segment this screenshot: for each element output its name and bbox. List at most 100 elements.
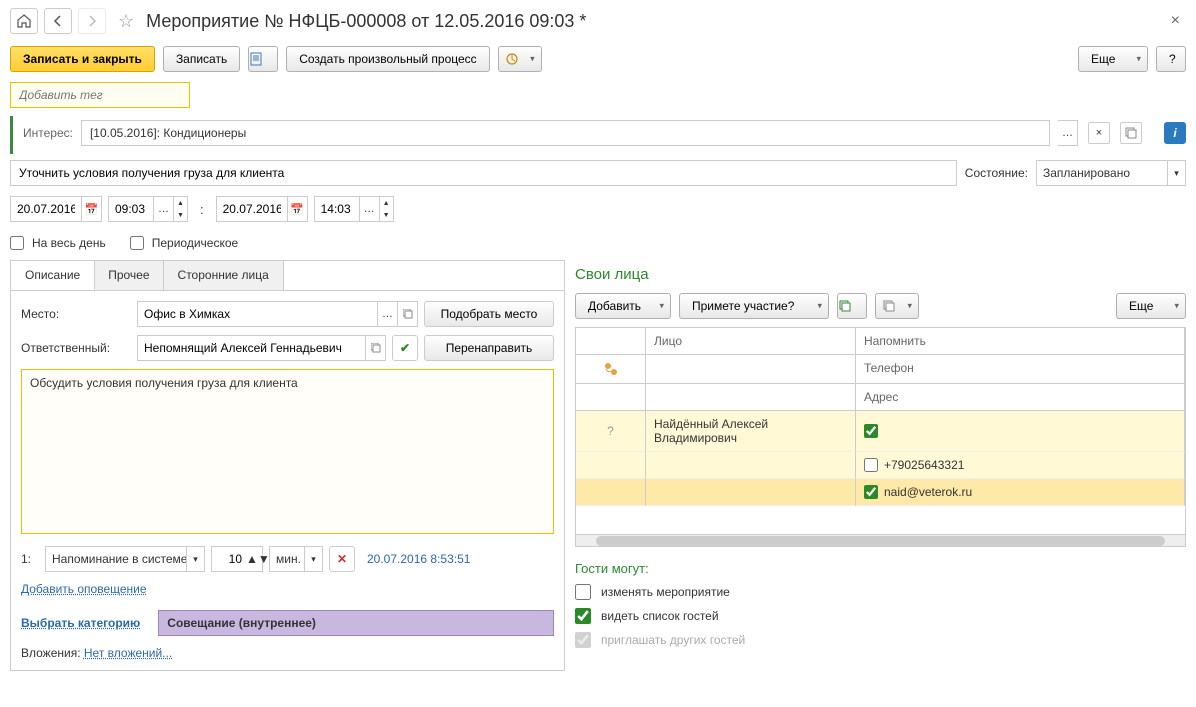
row-email-cell[interactable]: naid@veterok.ru: [856, 479, 1185, 506]
col-person[interactable]: Лицо: [646, 328, 856, 355]
col-address[interactable]: Адрес: [856, 384, 1185, 411]
interest-field[interactable]: [10.05.2016]: Кондиционеры: [81, 120, 1050, 146]
date-from-field[interactable]: 📅: [10, 196, 102, 222]
row-email-checkbox[interactable]: [864, 485, 878, 499]
time-from-input[interactable]: [109, 197, 153, 221]
tab-other[interactable]: Прочее: [93, 260, 164, 290]
guest-option-invite: приглашать других гостей: [575, 632, 1186, 648]
description-textarea[interactable]: Обсудить условия получения груза для кли…: [21, 369, 554, 534]
interest-value: [10.05.2016]: Кондиционеры: [90, 126, 246, 140]
table-row[interactable]: naid@veterok.ru: [576, 479, 1185, 506]
row-header-icon: [576, 355, 646, 384]
save-button[interactable]: Записать: [163, 46, 240, 72]
toolbar-icon-1[interactable]: [837, 293, 867, 319]
pick-category-link[interactable]: Выбрать категорию: [21, 616, 140, 630]
tab-description[interactable]: Описание: [10, 260, 95, 290]
col-icon-empty: [576, 384, 646, 411]
guest-edit-checkbox[interactable]: [575, 584, 591, 600]
add-person-button[interactable]: Добавить: [575, 293, 671, 319]
state-value: Запланировано: [1043, 166, 1130, 180]
no-attachments-link[interactable]: Нет вложений...: [84, 646, 172, 660]
tag-input[interactable]: [10, 82, 190, 108]
process-dropdown-button[interactable]: [498, 46, 542, 72]
time-from-field[interactable]: … ▲▼: [108, 196, 188, 222]
place-field[interactable]: …: [137, 301, 418, 327]
row-remind-checkbox[interactable]: [864, 424, 878, 438]
help-button[interactable]: ?: [1156, 46, 1186, 72]
responsible-input[interactable]: [138, 336, 365, 360]
time-to-field[interactable]: … ▲▼: [314, 196, 394, 222]
chevron-down-icon: ▾: [304, 547, 322, 571]
row-phone-checkbox[interactable]: [864, 458, 878, 472]
save-close-button[interactable]: Записать и закрыть: [10, 46, 155, 72]
reminder-unit-select[interactable]: мин. ▾: [269, 546, 323, 572]
table-scrollbar[interactable]: [576, 534, 1185, 546]
date-to-field[interactable]: 📅: [216, 196, 308, 222]
close-button[interactable]: ×: [1165, 12, 1186, 30]
col-phone[interactable]: Телефон: [856, 355, 1185, 384]
redirect-button[interactable]: Перенаправить: [424, 335, 554, 361]
reminder-delete-button[interactable]: ✕: [329, 546, 355, 572]
chevron-down-icon: ▾: [1167, 161, 1185, 185]
ellipsis-icon[interactable]: …: [359, 197, 379, 221]
interest-clear[interactable]: ×: [1088, 122, 1110, 144]
calendar-icon[interactable]: 📅: [287, 197, 307, 221]
favorite-icon[interactable]: ☆: [118, 11, 134, 32]
allday-checkbox-label[interactable]: На весь день: [10, 236, 106, 250]
responsible-field[interactable]: [137, 335, 386, 361]
responsible-check[interactable]: ✔: [392, 335, 418, 361]
row-email: naid@veterok.ru: [884, 485, 972, 499]
guest-view-checkbox[interactable]: [575, 608, 591, 624]
home-button[interactable]: [10, 8, 38, 34]
table-row[interactable]: ? Найдённый Алексей Владимирович: [576, 411, 1185, 452]
place-open-icon[interactable]: [397, 302, 417, 326]
interest-open[interactable]: [1120, 122, 1142, 144]
right-more-button[interactable]: Еще: [1116, 293, 1186, 319]
row-phone-cell[interactable]: +79025643321: [856, 452, 1185, 479]
row-question-icon: ?: [576, 411, 646, 452]
place-label: Место:: [21, 307, 131, 321]
reminder-index: 1:: [21, 552, 39, 566]
place-input[interactable]: [138, 302, 377, 326]
participate-button[interactable]: Примете участие?: [679, 293, 829, 319]
back-button[interactable]: [44, 8, 72, 34]
periodic-checkbox-label[interactable]: Периодическое: [130, 236, 238, 250]
guest-option-edit[interactable]: изменять мероприятие: [575, 584, 1186, 600]
ellipsis-icon[interactable]: …: [153, 197, 173, 221]
doc-icon-button[interactable]: [248, 46, 278, 72]
tab-third-parties[interactable]: Сторонние лица: [163, 260, 284, 290]
time-to-input[interactable]: [315, 197, 359, 221]
time-to-spinner[interactable]: ▲▼: [379, 197, 393, 221]
responsible-open-icon[interactable]: [365, 336, 385, 360]
add-alert-link[interactable]: Добавить оповещение: [21, 582, 147, 596]
date-to-input[interactable]: [217, 197, 287, 221]
more-button[interactable]: Еще: [1078, 46, 1148, 72]
col-remind[interactable]: Напомнить: [856, 328, 1185, 355]
row-phone: +79025643321: [884, 458, 964, 472]
reminder-count-field[interactable]: ▲▼: [211, 546, 263, 572]
guests-title: Гости могут:: [575, 561, 1186, 576]
state-select[interactable]: Запланировано ▾: [1036, 160, 1186, 186]
pick-place-button[interactable]: Подобрать место: [424, 301, 554, 327]
guest-option-view[interactable]: видеть список гостей: [575, 608, 1186, 624]
place-ellipsis[interactable]: …: [377, 302, 397, 326]
persons-table: Лицо Напомнить Телефон Адрес ? Найдённый…: [575, 327, 1186, 547]
create-process-button[interactable]: Создать произвольный процесс: [286, 46, 489, 72]
interest-ellipsis[interactable]: …: [1058, 120, 1078, 146]
info-icon[interactable]: i: [1164, 122, 1186, 144]
row-remind-cell[interactable]: [856, 411, 1185, 452]
table-row[interactable]: +79025643321: [576, 452, 1185, 479]
calendar-icon[interactable]: 📅: [81, 197, 101, 221]
allday-checkbox[interactable]: [10, 236, 24, 250]
reminder-count-input[interactable]: [212, 552, 246, 566]
reminder-count-spinner[interactable]: ▲▼: [246, 552, 270, 566]
subject-input[interactable]: [10, 160, 957, 186]
time-from-spinner[interactable]: ▲▼: [173, 197, 187, 221]
reminder-type-select[interactable]: Напоминание в системе ▾: [45, 546, 205, 572]
toolbar-icon-2[interactable]: [875, 293, 919, 319]
date-from-input[interactable]: [11, 197, 81, 221]
col-person-empty: [646, 355, 856, 384]
own-persons-title: Свои лица: [575, 260, 1186, 293]
forward-button[interactable]: [78, 8, 106, 34]
periodic-checkbox[interactable]: [130, 236, 144, 250]
